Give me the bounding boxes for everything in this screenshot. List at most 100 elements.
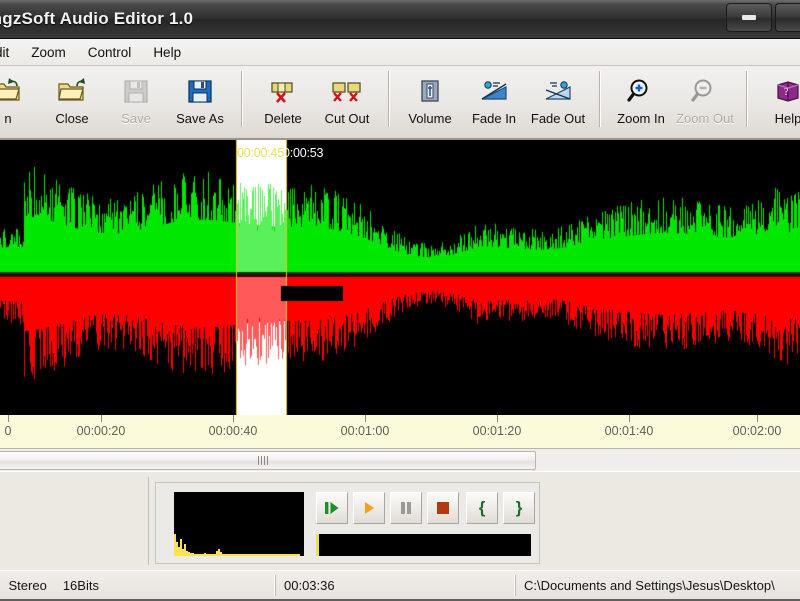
- play-selection-icon: [325, 502, 339, 514]
- zoom-in-button[interactable]: Zoom In: [609, 66, 673, 134]
- floppy-disk-icon: [123, 74, 149, 108]
- help-button-label: Help: [774, 111, 800, 126]
- save-button: Save: [104, 66, 168, 134]
- minimize-button[interactable]: [726, 3, 772, 32]
- close-folder-icon: [57, 74, 87, 108]
- status-bit-depth: 16Bits: [62, 578, 99, 593]
- save-button-label: Save: [121, 111, 151, 126]
- status-bar: z Stereo 16Bits 00:03:36 C:\Documents an…: [0, 570, 800, 601]
- help-button[interactable]: ? Help: [756, 66, 800, 134]
- toolbar: n Close Save Save As Delete Cut Out Volu…: [0, 66, 800, 140]
- menu-item-edit[interactable]: dit: [0, 42, 20, 63]
- magnifier-plus-icon: [627, 74, 655, 108]
- playback-progress-bar[interactable]: [316, 534, 531, 556]
- waveform-canvas[interactable]: [0, 140, 800, 415]
- ruler-tick-label: 00:00:40: [208, 424, 258, 438]
- waveform-display[interactable]: [0, 140, 800, 415]
- ruler-tick: [757, 415, 758, 422]
- selection-end-bracket-button[interactable]: }: [503, 492, 535, 524]
- audio-editor-window: angzSoft Audio Editor 1.0 dit Zoom Contr…: [0, 0, 800, 601]
- play-icon: [365, 502, 374, 514]
- cut-out-clip-icon: [330, 74, 364, 108]
- ruler-tick-label: 00:01:20: [472, 424, 522, 438]
- horizontal-scrollbar[interactable]: [0, 449, 800, 472]
- menu-item-control[interactable]: Control: [77, 42, 143, 63]
- toolbar-buttons: n Close Save Save As Delete Cut Out Volu…: [0, 66, 800, 138]
- player-panel: { }: [155, 482, 540, 564]
- volume-button[interactable]: Volume: [398, 66, 462, 134]
- ruler-tick: [629, 415, 630, 422]
- fade-in-button[interactable]: Fade In: [462, 66, 526, 134]
- delete-button-label: Delete: [264, 111, 302, 126]
- menu-item-zoom[interactable]: Zoom: [20, 42, 77, 63]
- window-controls: [726, 3, 800, 33]
- menu-bar: dit Zoom Control Help: [0, 39, 800, 66]
- status-format-cell: z Stereo 16Bits: [0, 575, 115, 596]
- ruler-tick-label: 00:00:20: [76, 424, 126, 438]
- scrollbar-thumb[interactable]: [0, 451, 536, 470]
- ruler-tick: [8, 415, 9, 422]
- transport-controls: [316, 492, 459, 524]
- bracket-controls: { }: [466, 492, 535, 524]
- spectrum-analyzer: [174, 492, 304, 556]
- open-button-label: n: [4, 111, 12, 126]
- zoom-out-button: Zoom Out: [673, 66, 737, 134]
- pause-icon: [401, 502, 411, 514]
- open-folder-icon: [0, 74, 23, 108]
- ruler-tick: [101, 415, 102, 422]
- delete-button[interactable]: Delete: [251, 66, 315, 134]
- menu-item-help[interactable]: Help: [142, 42, 192, 63]
- scrollbar-grip-icon: [258, 456, 268, 465]
- cut-out-button[interactable]: Cut Out: [315, 66, 379, 134]
- fade-out-button[interactable]: Fade Out: [526, 66, 590, 134]
- volume-icon: [418, 74, 442, 108]
- help-book-icon: ?: [774, 74, 800, 108]
- ruler-tick-label: 0: [4, 424, 12, 438]
- toolbar-separator-3: [599, 71, 600, 127]
- toolbar-separator: [241, 71, 242, 127]
- play-button[interactable]: [353, 492, 385, 524]
- menu-items: dit Zoom Control Help: [0, 39, 192, 65]
- selection-end-label: 0:00:53: [283, 146, 324, 160]
- time-ruler[interactable]: 0 00:00:20 00:00:40 00:01:00 00:01:20 00:01:4…: [0, 415, 800, 449]
- selection-start-label: 00:00:45: [237, 146, 285, 160]
- ruler-tick: [365, 415, 366, 422]
- svg-text:?: ?: [784, 87, 789, 98]
- save-as-button-label: Save As: [176, 111, 224, 126]
- zoom-out-button-label: Zoom Out: [676, 111, 734, 126]
- fade-out-icon: [543, 74, 573, 108]
- maximize-button[interactable]: [775, 3, 800, 32]
- title-bar: angzSoft Audio Editor 1.0: [0, 0, 800, 39]
- minimize-icon: [742, 15, 756, 20]
- spectrum-bar: [298, 554, 300, 556]
- lower-left-filler: [0, 477, 149, 565]
- fade-out-button-label: Fade Out: [530, 111, 586, 126]
- save-as-button[interactable]: Save As: [168, 66, 232, 134]
- fade-in-icon: [479, 74, 509, 108]
- ruler-tick: [497, 415, 498, 422]
- status-channels: Stereo: [8, 578, 47, 593]
- status-duration: 00:03:36: [275, 575, 514, 596]
- pause-button[interactable]: [390, 492, 422, 524]
- zoom-in-button-label: Zoom In: [617, 111, 665, 126]
- play-selection-button[interactable]: [316, 492, 348, 524]
- floppy-disk-blue-icon: [187, 74, 213, 108]
- ruler-tick-label: 00:01:00: [340, 424, 390, 438]
- toolbar-separator-2: [388, 71, 389, 127]
- delete-clip-icon: [267, 74, 299, 108]
- ruler-tick-label: 00:02:00: [732, 424, 782, 438]
- selection-start-bracket-button[interactable]: {: [466, 492, 498, 524]
- stop-icon: [437, 502, 449, 514]
- open-button[interactable]: n: [0, 66, 40, 134]
- status-file-path: C:\Documents and Settings\Jesus\Desktop\: [515, 575, 800, 596]
- window-title: angzSoft Audio Editor 1.0: [0, 9, 194, 28]
- toolbar-separator-4: [746, 71, 747, 127]
- ruler-tick: [233, 415, 234, 422]
- close-button-label: Close: [55, 111, 89, 126]
- close-button[interactable]: Close: [40, 66, 104, 134]
- magnifier-minus-icon: [691, 74, 719, 108]
- stop-button[interactable]: [427, 492, 459, 524]
- cut-out-button-label: Cut Out: [324, 111, 370, 126]
- fade-in-button-label: Fade In: [471, 111, 517, 126]
- volume-button-label: Volume: [408, 111, 452, 126]
